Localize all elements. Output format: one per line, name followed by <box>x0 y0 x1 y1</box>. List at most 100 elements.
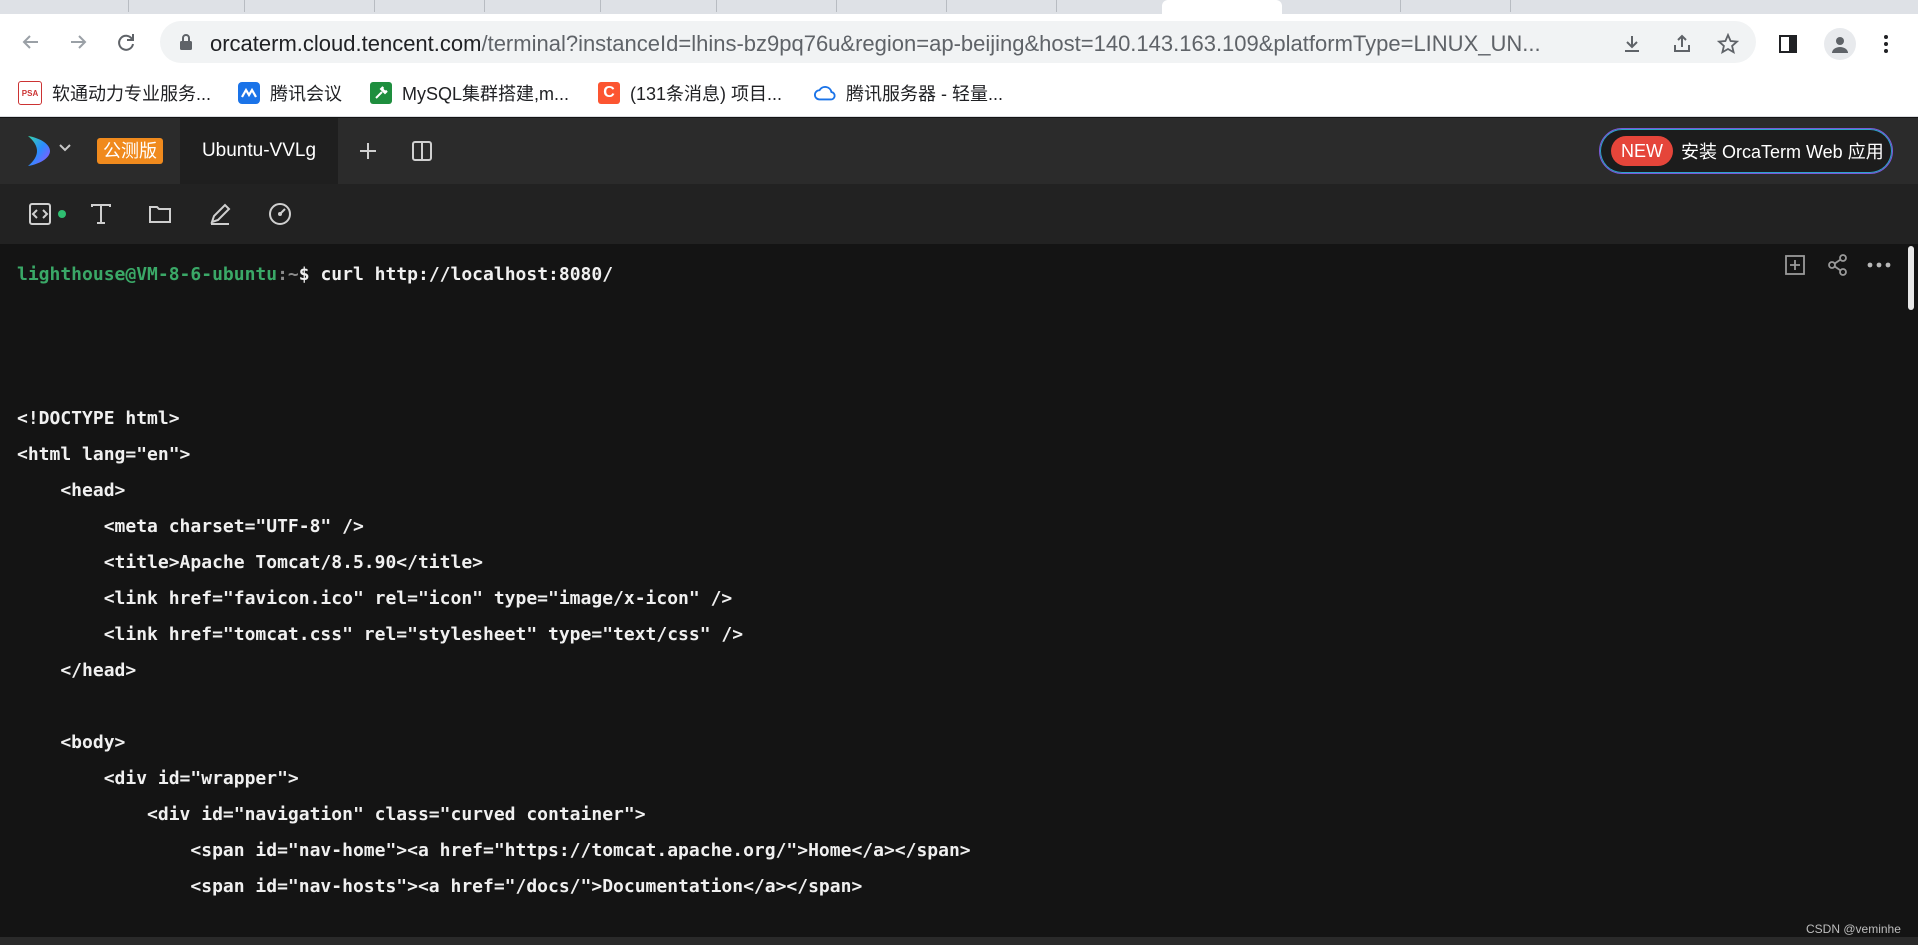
csdn-icon: C <box>598 82 620 104</box>
bookmarks-bar: PSA 软通动力专业服务... 腾讯会议 MySQL集群搭建,m... C (1… <box>0 70 1918 117</box>
bookmark-label: 腾讯服务器 - 轻量... <box>846 84 1003 104</box>
kebab-menu-icon <box>1884 35 1888 53</box>
star-icon <box>1717 33 1739 55</box>
browser-tab-active[interactable] <box>1162 0 1282 14</box>
address-bar[interactable]: orcaterm.cloud.tencent.com/terminal?inst… <box>160 21 1756 63</box>
output-line: <html lang="en"> <box>17 444 191 465</box>
url-host: orcaterm.cloud.tencent.com <box>210 31 482 56</box>
forward-arrow-icon <box>71 35 87 49</box>
share-icon <box>1674 34 1690 52</box>
more-horizontal-icon <box>1867 262 1891 268</box>
bookmark-item[interactable]: C (131条消息) 项目... <box>598 78 782 108</box>
output-line: <head> <box>17 480 126 501</box>
output-line: <span id="nav-home"><a href="https://tom… <box>17 840 971 861</box>
folder-icon <box>149 206 171 223</box>
output-line: <!DOCTYPE html> <box>17 408 180 429</box>
browser-menu-button[interactable] <box>1874 32 1898 56</box>
back-arrow-icon <box>22 35 38 49</box>
output-line: <link href="favicon.ico" rel="icon" type… <box>17 588 733 609</box>
url-path: /terminal?instanceId=lhins-bz9pq76u&regi… <box>481 31 1541 56</box>
side-panel-icon <box>1779 35 1797 53</box>
code-snippet-button[interactable] <box>26 200 54 228</box>
share-session-button[interactable] <box>1825 252 1851 278</box>
split-view-icon <box>412 141 432 161</box>
output-line: <meta charset="UTF-8" /> <box>17 516 364 537</box>
back-button[interactable] <box>15 26 47 58</box>
psa-icon: PSA <box>18 81 42 105</box>
bookmark-star-button[interactable] <box>1716 32 1740 56</box>
text-icon <box>91 204 111 224</box>
orcaterm-logo[interactable] <box>24 134 54 173</box>
scrollbar-thumb[interactable] <box>1908 246 1914 310</box>
browser-tab[interactable] <box>946 0 1057 12</box>
browser-tab[interactable] <box>836 0 947 12</box>
browser-tab[interactable] <box>484 0 601 12</box>
avatar-icon <box>1832 37 1848 53</box>
plus-icon <box>360 143 376 159</box>
bookmark-label: 软通动力专业服务... <box>52 84 212 104</box>
command-text: curl http://localhost:8080/ <box>309 264 614 285</box>
download-icon <box>1625 36 1639 52</box>
connection-status-dot <box>58 210 66 218</box>
browser-tab[interactable] <box>1290 0 1401 12</box>
font-settings-button[interactable] <box>87 200 115 228</box>
output-line: <link href="tomcat.css" rel="stylesheet"… <box>17 624 744 645</box>
terminal-toolbar <box>0 184 1918 244</box>
browser-tab[interactable] <box>244 0 375 12</box>
browser-tab[interactable] <box>374 0 485 12</box>
lock-icon <box>180 34 192 50</box>
bookmark-item[interactable]: 腾讯会议 <box>238 78 342 108</box>
address-url: orcaterm.cloud.tencent.com/terminal?inst… <box>210 31 1770 57</box>
install-app-button[interactable] <box>1620 32 1644 56</box>
browser-tab[interactable] <box>716 0 837 12</box>
bookmark-item[interactable]: 腾讯服务器 - 轻量... <box>814 78 1003 108</box>
bookmark-item[interactable]: MySQL集群搭建,m... <box>370 78 569 108</box>
output-line: <div id="wrapper"> <box>17 768 299 789</box>
wrench-icon <box>370 82 392 104</box>
browser-toolbar: orcaterm.cloud.tencent.com/terminal?inst… <box>0 14 1918 70</box>
reload-icon <box>118 34 134 51</box>
side-panel-button[interactable] <box>1776 32 1800 56</box>
output-line: <body> <box>17 732 126 753</box>
cloud-icon <box>814 82 836 104</box>
code-icon <box>29 203 51 225</box>
browser-tab[interactable] <box>0 0 129 12</box>
output-line: </head> <box>17 660 137 681</box>
more-options-button[interactable] <box>1866 252 1892 278</box>
new-tab-button[interactable] <box>355 138 381 164</box>
forward-button[interactable] <box>62 26 94 58</box>
session-tab-label: Ubuntu-VVLg <box>201 140 317 161</box>
tencent-meeting-icon <box>238 82 260 104</box>
monitor-button[interactable] <box>266 200 294 228</box>
browser-tab[interactable] <box>1400 0 1511 12</box>
gauge-icon <box>269 203 291 225</box>
chevron-down-icon[interactable] <box>58 140 72 159</box>
beta-badge: 公测版 <box>97 138 163 164</box>
watermark: CSDN @veminhe <box>1806 922 1901 936</box>
bookmark-label: MySQL集群搭建,m... <box>402 84 570 104</box>
install-app-label: 安装 OrcaTerm Web 应用 <box>1681 142 1884 162</box>
share-button[interactable] <box>1670 32 1694 56</box>
bookmark-item[interactable]: PSA 软通动力专业服务... <box>18 78 211 108</box>
browser-tab[interactable] <box>600 0 717 12</box>
prompt-path: :~ <box>277 264 299 285</box>
new-pane-button[interactable] <box>1782 252 1808 278</box>
bookmark-label: (131条消息) 项目... <box>630 84 783 104</box>
prompt-user: lighthouse@VM-8-6-ubuntu <box>17 264 278 285</box>
profile-button[interactable] <box>1824 28 1856 60</box>
orcaterm-logo-icon <box>28 136 50 166</box>
bottom-bar <box>0 937 1918 945</box>
file-manager-button[interactable] <box>146 200 174 228</box>
reload-button[interactable] <box>110 26 142 58</box>
terminal-output[interactable]: lighthouse@VM-8-6-ubuntu:~$ curl http://… <box>0 244 1908 937</box>
split-view-button[interactable] <box>409 138 435 164</box>
terminal-scrollbar[interactable] <box>1908 244 1918 937</box>
pencil-icon <box>210 203 231 225</box>
edit-button[interactable] <box>206 200 234 228</box>
output-line: <title>Apache Tomcat/8.5.90</title> <box>17 552 483 573</box>
session-tab[interactable]: Ubuntu-VVLg <box>180 118 338 184</box>
install-app-banner[interactable]: NEW 安装 OrcaTerm Web 应用 <box>1599 128 1893 174</box>
bookmark-label: 腾讯会议 <box>270 84 342 104</box>
share-nodes-icon <box>1828 254 1847 276</box>
browser-tab[interactable] <box>128 0 245 12</box>
